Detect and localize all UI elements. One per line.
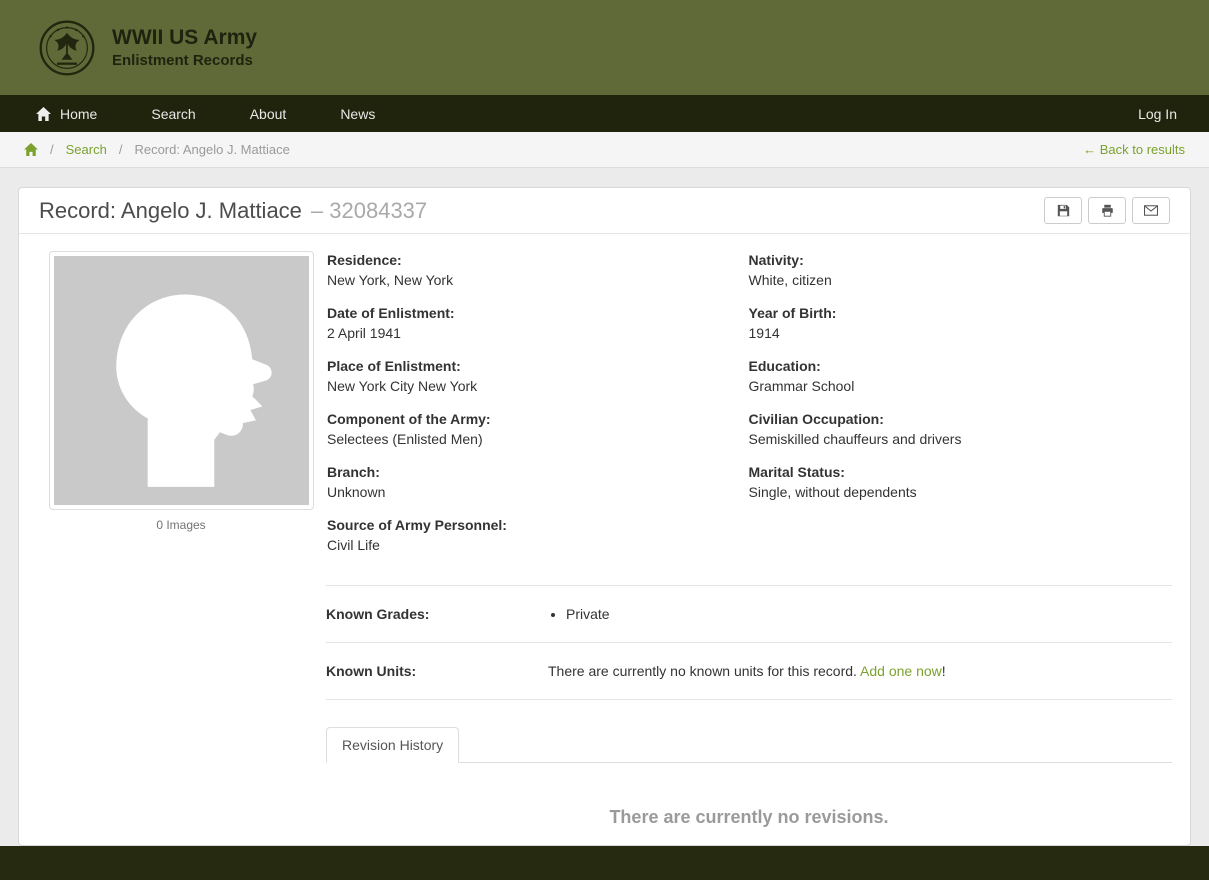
add-unit-link[interactable]: Add one now bbox=[860, 663, 942, 679]
divider bbox=[326, 585, 1172, 586]
save-button[interactable] bbox=[1044, 197, 1082, 224]
nav-item-news[interactable]: News bbox=[313, 95, 402, 132]
field-value: Civil Life bbox=[327, 536, 725, 554]
field-value: Single, without dependents bbox=[749, 483, 1147, 501]
nav-item-about[interactable]: About bbox=[223, 95, 314, 132]
breadcrumb-separator: / bbox=[119, 142, 123, 157]
field-label: Branch: bbox=[327, 463, 725, 481]
divider bbox=[326, 642, 1172, 643]
nav-item-search[interactable]: Search bbox=[124, 95, 222, 132]
site-title: WWII US Army Enlistment Records bbox=[112, 25, 257, 70]
record-fields-left: Residence: New York, New York Date of En… bbox=[327, 251, 749, 569]
main-nav: Home Search About News Log In bbox=[0, 95, 1209, 132]
known-units-content: There are currently no known units for t… bbox=[548, 663, 1172, 679]
field-component-of-army: Component of the Army: Selectees (Enlist… bbox=[327, 410, 725, 448]
login-button[interactable]: Log In bbox=[1111, 95, 1187, 132]
field-label: Place of Enlistment: bbox=[327, 357, 725, 375]
email-button[interactable] bbox=[1132, 197, 1170, 224]
field-value: Selectees (Enlisted Men) bbox=[327, 430, 725, 448]
login-label: Log In bbox=[1138, 106, 1177, 122]
divider bbox=[326, 699, 1172, 700]
record-top-row: 0 Images Residence: New York, New York D… bbox=[35, 251, 1174, 569]
image-count-caption: 0 Images bbox=[35, 518, 327, 532]
grade-item: Private bbox=[566, 606, 1172, 622]
nav-news-label: News bbox=[340, 106, 375, 122]
field-branch: Branch: Unknown bbox=[327, 463, 725, 501]
field-year-of-birth: Year of Birth: 1914 bbox=[749, 304, 1147, 342]
field-value: Grammar School bbox=[749, 377, 1147, 395]
record-actions bbox=[1044, 197, 1170, 224]
field-place-of-enlistment: Place of Enlistment: New York City New Y… bbox=[327, 357, 725, 395]
save-icon bbox=[1057, 204, 1070, 217]
field-education: Education: Grammar School bbox=[749, 357, 1147, 395]
known-grades-row: Known Grades: Private bbox=[326, 602, 1172, 626]
field-value: New York City New York bbox=[327, 377, 725, 395]
breadcrumb-current: Record: Angelo J. Mattiace bbox=[134, 142, 289, 157]
record-card-body: 0 Images Residence: New York, New York D… bbox=[19, 234, 1190, 828]
nav-search-label: Search bbox=[151, 106, 195, 122]
field-value: White, citizen bbox=[749, 271, 1147, 289]
nav-about-label: About bbox=[250, 106, 287, 122]
known-units-text: There are currently no known units for t… bbox=[548, 663, 857, 679]
field-label: Marital Status: bbox=[749, 463, 1147, 481]
record-image-background bbox=[54, 256, 309, 505]
field-label: Education: bbox=[749, 357, 1147, 375]
field-nativity: Nativity: White, citizen bbox=[749, 251, 1147, 289]
record-image-column: 0 Images bbox=[35, 251, 327, 569]
record-serial-number: – 32084337 bbox=[311, 198, 427, 224]
field-label: Nativity: bbox=[749, 251, 1147, 269]
field-label: Civilian Occupation: bbox=[749, 410, 1147, 428]
back-to-results-link[interactable]: ← Back to results bbox=[1083, 142, 1185, 157]
record-card: Record: Angelo J. Mattiace – 32084337 bbox=[18, 187, 1191, 846]
site-title-line2: Enlistment Records bbox=[112, 51, 257, 70]
field-value: New York, New York bbox=[327, 271, 725, 289]
site-footer bbox=[0, 846, 1209, 880]
field-value: Unknown bbox=[327, 483, 725, 501]
breadcrumb-home-icon[interactable] bbox=[24, 143, 38, 156]
record-fields-right: Nativity: White, citizen Year of Birth: … bbox=[749, 251, 1171, 569]
field-marital-status: Marital Status: Single, without dependen… bbox=[749, 463, 1147, 501]
known-units-label: Known Units: bbox=[326, 663, 548, 679]
field-date-of-enlistment: Date of Enlistment: 2 April 1941 bbox=[327, 304, 725, 342]
field-label: Component of the Army: bbox=[327, 410, 725, 428]
field-label: Date of Enlistment: bbox=[327, 304, 725, 322]
field-value: Semiskilled chauffeurs and drivers bbox=[749, 430, 1147, 448]
field-value: 1914 bbox=[749, 324, 1147, 342]
breadcrumb-separator: / bbox=[50, 142, 54, 157]
soldier-silhouette-icon bbox=[70, 274, 292, 487]
site-title-line1: WWII US Army bbox=[112, 25, 257, 51]
site-header: WWII US Army Enlistment Records bbox=[0, 0, 1209, 95]
envelope-icon bbox=[1144, 205, 1158, 216]
record-tabs: Revision History bbox=[326, 726, 1172, 763]
nav-item-home[interactable]: Home bbox=[22, 95, 124, 132]
print-icon bbox=[1101, 204, 1114, 217]
record-title: Record: Angelo J. Mattiace bbox=[39, 198, 302, 224]
home-icon bbox=[36, 107, 51, 121]
breadcrumb-search-link[interactable]: Search bbox=[66, 142, 107, 157]
known-grades-label: Known Grades: bbox=[326, 606, 548, 622]
record-image-placeholder bbox=[49, 251, 314, 510]
record-lower-sections: Known Grades: Private Known Units: There… bbox=[326, 585, 1172, 828]
no-revisions-message: There are currently no revisions. bbox=[326, 807, 1172, 828]
known-units-suffix: ! bbox=[942, 663, 946, 679]
print-button[interactable] bbox=[1088, 197, 1126, 224]
field-source-of-personnel: Source of Army Personnel: Civil Life bbox=[327, 516, 725, 554]
tab-revision-history[interactable]: Revision History bbox=[326, 727, 459, 763]
known-grades-list: Private bbox=[548, 606, 1172, 622]
field-label: Year of Birth: bbox=[749, 304, 1147, 322]
field-label: Source of Army Personnel: bbox=[327, 516, 725, 534]
record-card-header: Record: Angelo J. Mattiace – 32084337 bbox=[19, 188, 1190, 234]
army-seal-logo bbox=[38, 19, 96, 77]
field-label: Residence: bbox=[327, 251, 725, 269]
known-units-row: Known Units: There are currently no know… bbox=[326, 659, 1172, 683]
field-civilian-occupation: Civilian Occupation: Semiskilled chauffe… bbox=[749, 410, 1147, 448]
field-value: 2 April 1941 bbox=[327, 324, 725, 342]
nav-home-label: Home bbox=[60, 106, 97, 122]
breadcrumb: / Search / Record: Angelo J. Mattiace ← … bbox=[0, 132, 1209, 168]
field-residence: Residence: New York, New York bbox=[327, 251, 725, 289]
record-fields: Residence: New York, New York Date of En… bbox=[327, 251, 1174, 569]
